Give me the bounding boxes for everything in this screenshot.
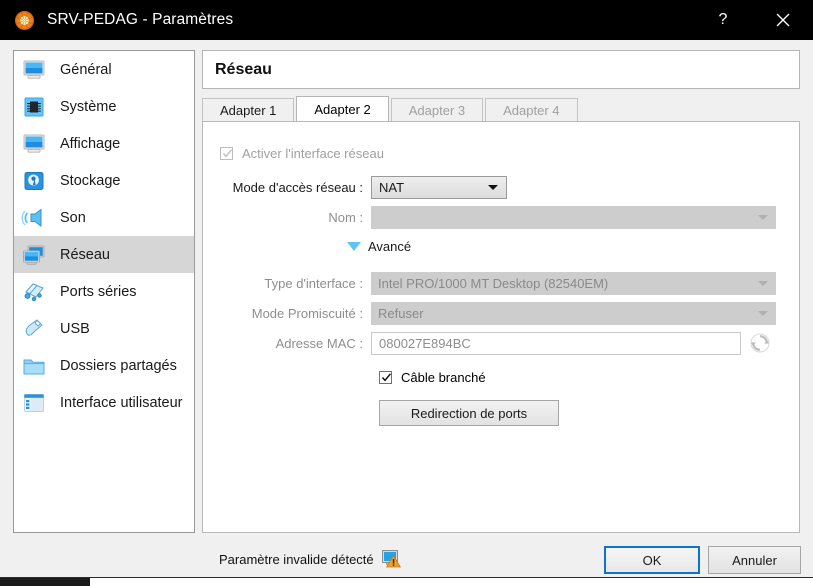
name-row: Nom :: [203, 204, 799, 230]
triangle-down-icon: [347, 241, 361, 251]
tab-adapter-3[interactable]: Adapter 3: [390, 98, 484, 121]
sidebar-item-label: Système: [60, 98, 117, 115]
sidebar-item-label: Interface utilisateur: [60, 394, 183, 411]
ok-button[interactable]: OK: [604, 546, 700, 574]
enable-adapter-row[interactable]: Activer l'interface réseau: [220, 142, 799, 164]
advanced-toggle[interactable]: Avancé: [203, 235, 799, 257]
chevron-down-icon: [758, 281, 768, 286]
sidebar-item-display[interactable]: Affichage: [14, 125, 194, 162]
attached-to-value: NAT: [379, 179, 405, 195]
chevron-down-icon: [488, 185, 498, 190]
sidebar-item-storage[interactable]: Stockage: [14, 162, 194, 199]
tab-adapter-4[interactable]: Adapter 4: [485, 98, 578, 121]
sidebar-item-label: USB: [60, 320, 90, 337]
settings-content-panel: Réseau Adapter 1 Adapter 2 Adapter 3 Ada…: [202, 50, 800, 533]
refresh-mac-icon[interactable]: [749, 332, 771, 354]
cable-connected-checkbox[interactable]: [379, 370, 392, 384]
promiscuous-mode-dropdown[interactable]: Refuser: [371, 301, 776, 325]
monitor-icon: [21, 58, 47, 82]
tab-adapter-1[interactable]: Adapter 1: [202, 98, 295, 121]
port-forwarding-button[interactable]: Redirection de ports: [379, 400, 559, 426]
enable-adapter-label: Activer l'interface réseau: [242, 145, 384, 161]
help-glyph: ?: [718, 11, 728, 28]
sidebar-item-label: Stockage: [60, 172, 121, 189]
cancel-button[interactable]: Annuler: [708, 546, 801, 574]
serialport-icon: [21, 280, 47, 304]
mac-address-label: Adresse MAC :: [275, 335, 363, 351]
close-icon[interactable]: [760, 0, 806, 40]
mac-address-row: Adresse MAC : 080027E894BC: [203, 330, 799, 356]
adapter-type-row: Type d'interface : Intel PRO/1000 MT Des…: [203, 270, 799, 296]
adapter-2-panel: Activer l'interface réseau Mode d'accès …: [202, 121, 800, 533]
chip-icon: [21, 95, 47, 119]
title-bar: SRV-PEDAG - Paramètres ?: [0, 0, 813, 40]
settings-dialog: SRV-PEDAG - Paramètres ? Général Système…: [0, 0, 813, 586]
mac-address-input[interactable]: 080027E894BC: [371, 331, 741, 355]
speaker-icon: [21, 206, 47, 230]
sidebar-item-system[interactable]: Système: [14, 88, 194, 125]
invalid-setting-text: Paramètre invalide détecté: [219, 551, 374, 567]
sidebar-item-usb[interactable]: USB: [14, 310, 194, 347]
cable-connected-label: Câble branché: [401, 369, 486, 385]
sidebar-item-label: Réseau: [60, 246, 110, 263]
sidebar-item-label: Ports séries: [60, 283, 137, 300]
sidebar-item-network[interactable]: Réseau: [14, 236, 194, 273]
cable-connected-row[interactable]: Câble branché: [379, 366, 799, 388]
attached-to-row: Mode d'accès réseau : NAT: [203, 174, 799, 200]
sidebar-item-label: Dossiers partagés: [60, 357, 177, 374]
warning-monitor-icon[interactable]: [381, 550, 401, 568]
chevron-down-icon: [758, 311, 768, 316]
sidebar-item-user-interface[interactable]: Interface utilisateur: [14, 384, 194, 421]
adapter-type-value: Intel PRO/1000 MT Desktop (82540EM): [378, 275, 609, 291]
sidebar-item-general[interactable]: Général: [14, 51, 194, 88]
page-header: Réseau: [202, 50, 800, 89]
sidebar-item-serial-ports[interactable]: Ports séries: [14, 273, 194, 310]
sidebar-item-shared-folders[interactable]: Dossiers partagés: [14, 347, 194, 384]
tab-adapter-2[interactable]: Adapter 2: [296, 96, 389, 121]
adapter-tabs[interactable]: Adapter 1 Adapter 2 Adapter 3 Adapter 4: [202, 96, 800, 121]
promiscuous-mode-value: Refuser: [378, 305, 424, 321]
promiscuous-mode-label: Mode Promiscuité :: [251, 305, 363, 321]
name-dropdown[interactable]: [371, 205, 776, 229]
settings-category-list[interactable]: Général Système Affichage Stockage Son R…: [13, 50, 195, 533]
adapter-type-dropdown[interactable]: Intel PRO/1000 MT Desktop (82540EM): [371, 271, 776, 295]
folder-icon: [21, 354, 47, 378]
usb-icon: [21, 317, 47, 341]
sidebar-item-label: Général: [60, 61, 112, 78]
promiscuous-mode-row: Mode Promiscuité : Refuser: [203, 300, 799, 326]
sidebar-item-label: Son: [60, 209, 86, 226]
harddisk-icon: [21, 169, 47, 193]
attached-to-dropdown[interactable]: NAT: [371, 175, 507, 199]
mac-address-value: 080027E894BC: [379, 335, 471, 351]
chevron-down-icon: [758, 215, 768, 220]
port-forwarding-row: Redirection de ports: [379, 400, 799, 426]
sidebar-item-label: Affichage: [60, 135, 121, 152]
userinterface-icon: [21, 391, 47, 415]
invalid-setting-warning: Paramètre invalide détecté: [219, 550, 401, 568]
name-label: Nom :: [328, 209, 363, 225]
page-title: Réseau: [215, 60, 272, 78]
enable-adapter-checkbox[interactable]: [220, 146, 233, 160]
virtualbox-icon: [15, 10, 34, 30]
adapter-type-label: Type d'interface :: [264, 275, 363, 291]
attached-to-label: Mode d'accès réseau :: [232, 179, 363, 195]
display-icon: [21, 132, 47, 156]
sidebar-item-audio[interactable]: Son: [14, 199, 194, 236]
advanced-label: Avancé: [368, 238, 412, 254]
window-title: SRV-PEDAG - Paramètres: [47, 11, 234, 28]
network-form: Activer l'interface réseau Mode d'accès …: [203, 122, 799, 426]
help-icon[interactable]: ?: [700, 0, 746, 40]
network-icon: [21, 243, 47, 267]
